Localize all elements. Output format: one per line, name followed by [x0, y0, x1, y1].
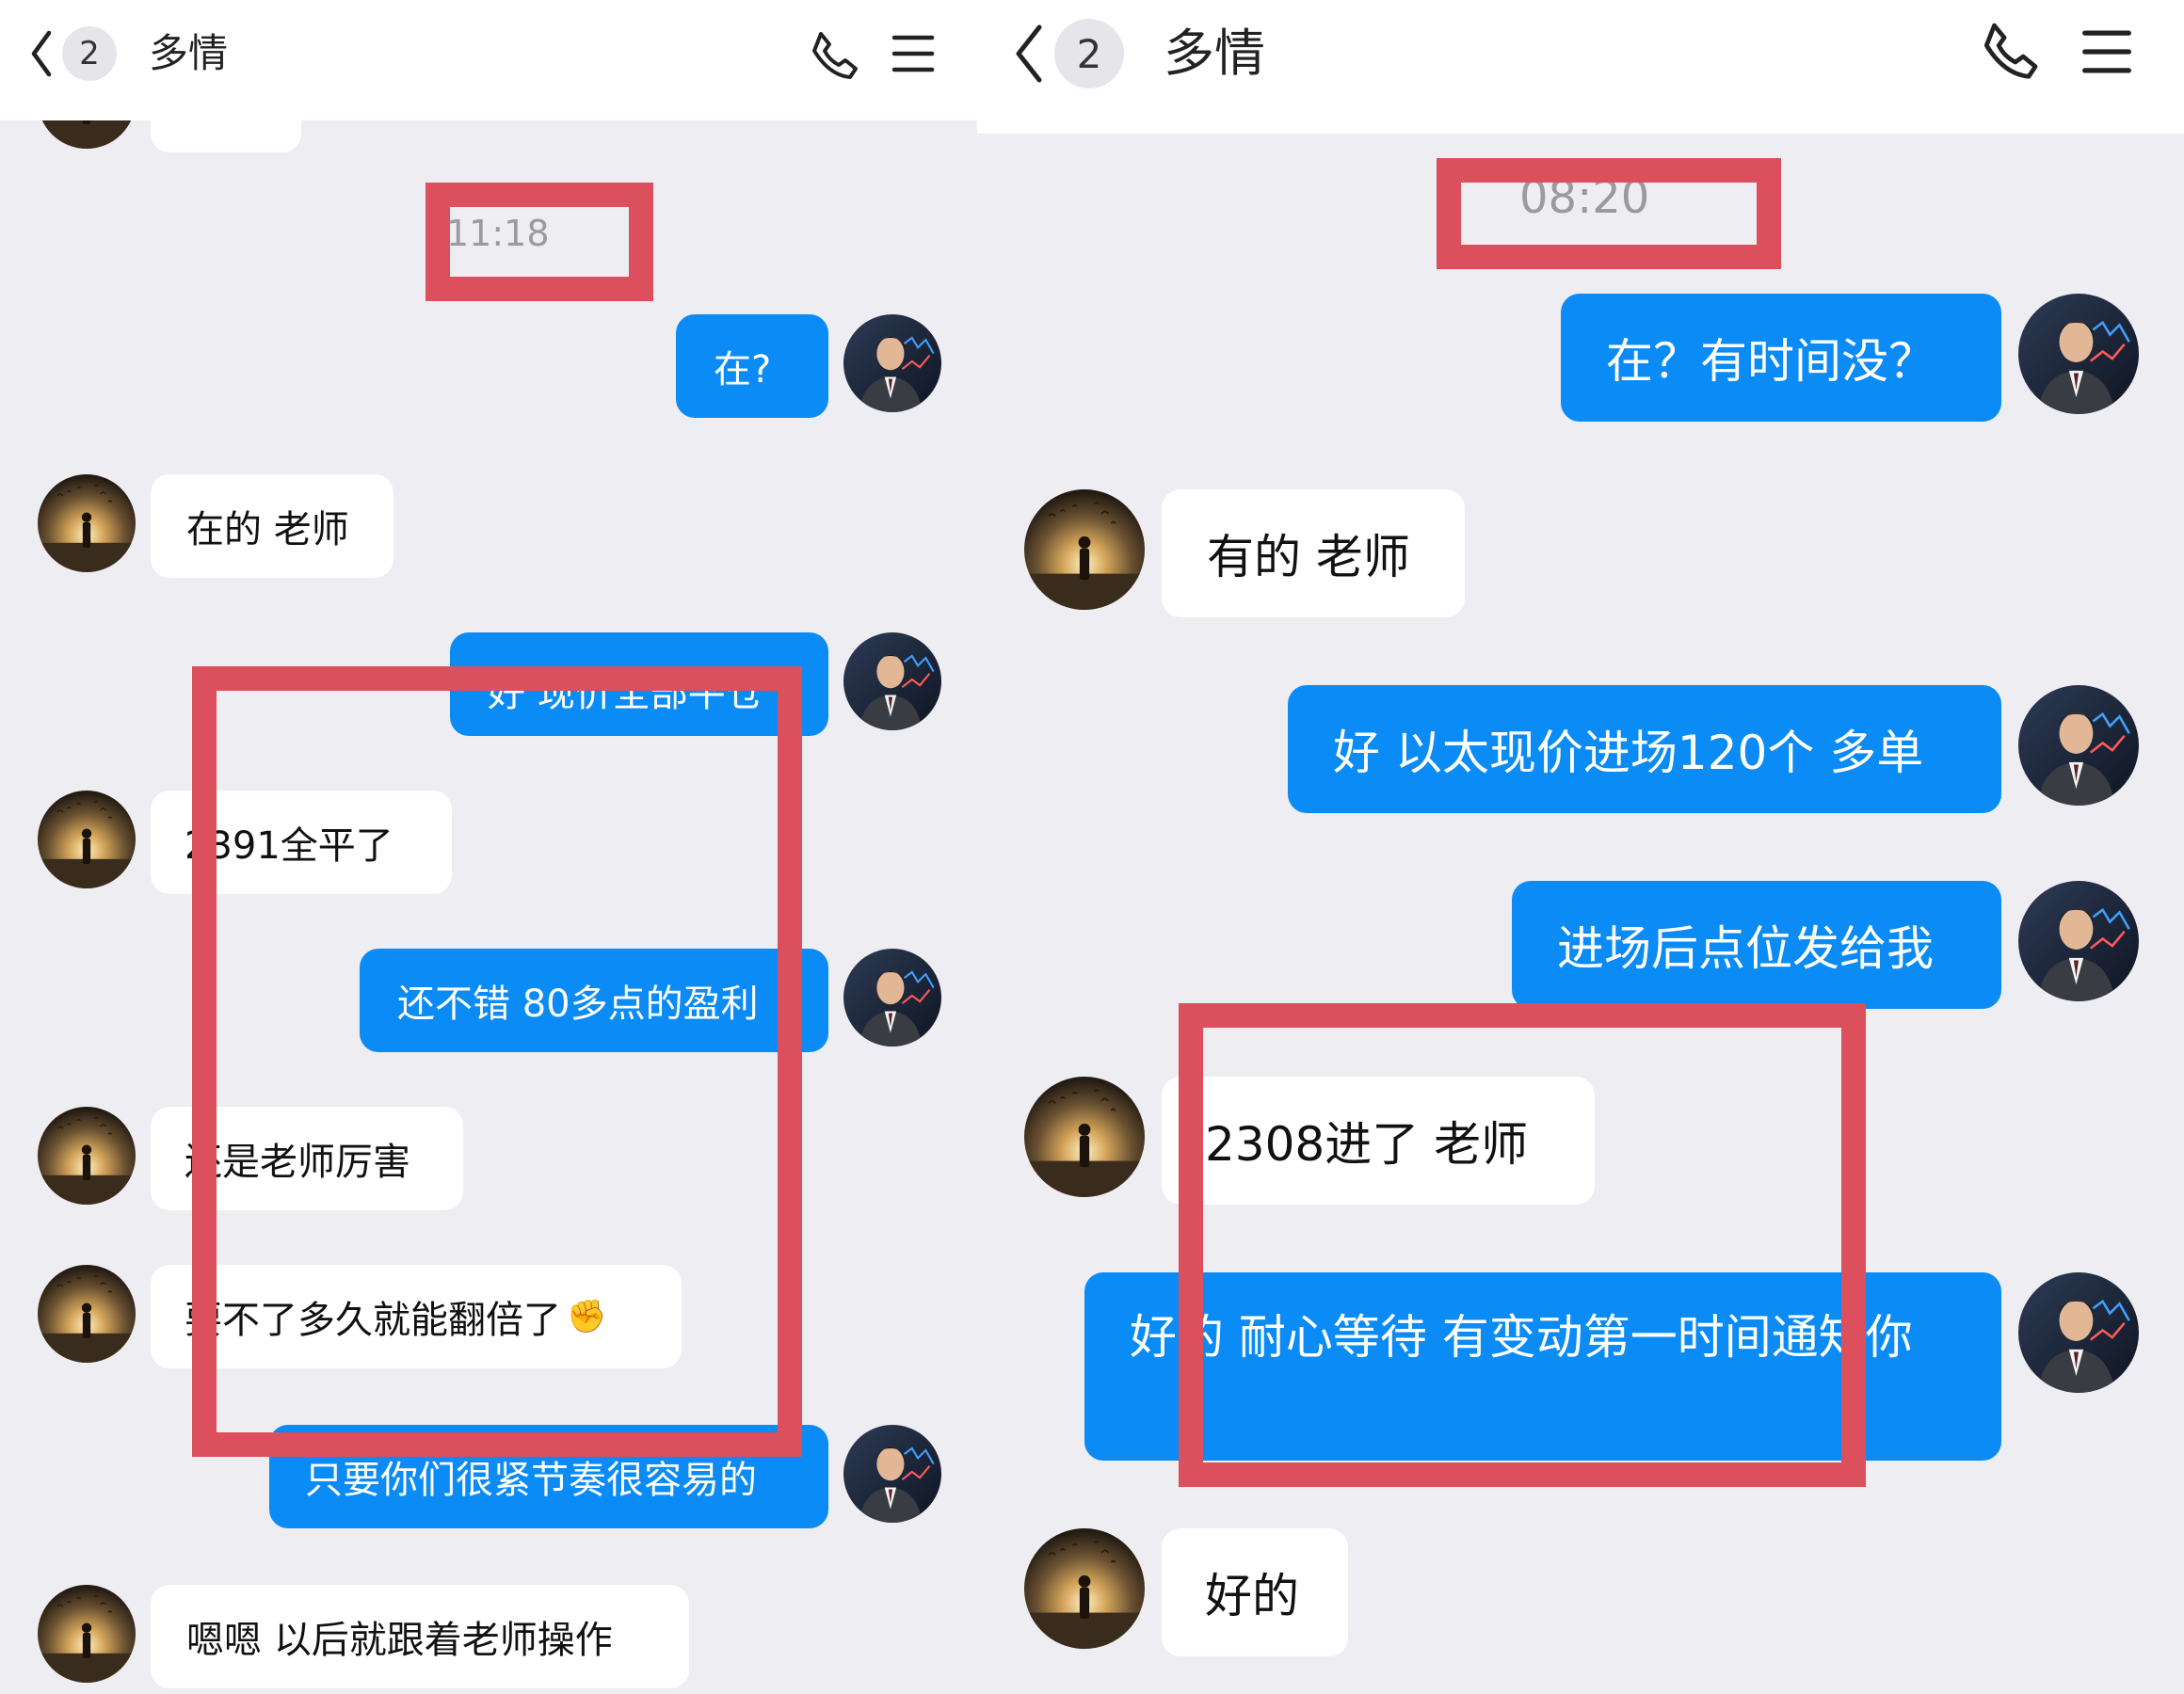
avatar-teacher	[843, 1425, 941, 1523]
timestamp: 11:18	[446, 213, 550, 254]
avatar-user	[38, 791, 136, 888]
avatar-user	[38, 1585, 136, 1683]
avatar-user	[38, 1265, 136, 1363]
avatar-user	[38, 1107, 136, 1205]
message-bubble-out[interactable]: 还不错 80多点的盈利	[360, 949, 828, 1052]
phone-icon[interactable]	[808, 28, 860, 81]
back-chevron-icon	[31, 30, 52, 77]
message-bubble-in[interactable]: 嗯嗯 以后就跟着老师操作	[151, 1585, 689, 1688]
avatar-teacher	[2018, 1272, 2139, 1393]
avatar-teacher	[843, 314, 941, 412]
message-bubble-out[interactable]: 好 以太现价进场120个 多单	[1288, 685, 2001, 813]
back-chevron-icon	[1016, 24, 1042, 83]
message-bubble-in[interactable]: 在的 老师	[151, 474, 393, 578]
message-bubble-out[interactable]: 好 现价全部平仓	[450, 632, 828, 736]
message-bubble-out[interactable]: 在？有时间没？	[1561, 294, 2001, 422]
avatar-teacher	[2018, 294, 2139, 414]
message-bubble-in[interactable]: 好的	[1162, 1528, 1348, 1656]
message-bubble-out[interactable]: 在?	[676, 314, 828, 418]
message-bubble-in[interactable]: 有的 老师	[1162, 489, 1465, 617]
phone-icon[interactable]	[1979, 19, 2041, 81]
back-button[interactable]: 2	[1013, 19, 1124, 88]
message-bubble-out[interactable]: 只要你们很紧节奏很容易的	[269, 1425, 828, 1528]
message-text: 要不了多久就能翻倍了	[185, 1299, 561, 1342]
chat-header: 2 多情	[0, 0, 977, 120]
chat-screen-left: 2 多情 11:18 在? 在的 老师 好 现价全部平仓 2391全平了 还不错…	[0, 0, 977, 1694]
avatar-user	[1024, 1077, 1145, 1197]
back-button[interactable]: 2	[28, 26, 117, 81]
unread-badge: 2	[62, 26, 117, 81]
message-bubble-out[interactable]: 好的 耐心等待 有变动第一时间通知你	[1084, 1272, 2001, 1461]
message-bubble-in[interactable]: 2308进了 老师	[1162, 1077, 1595, 1205]
avatar-teacher	[2018, 881, 2139, 1001]
avatar-teacher	[2018, 685, 2139, 806]
fist-emoji: ✊	[567, 1298, 607, 1335]
menu-icon[interactable]	[2080, 26, 2133, 77]
message-bubble-in[interactable]: 还是老师厉害	[151, 1107, 463, 1210]
unread-badge: 2	[1054, 19, 1124, 88]
menu-icon[interactable]	[891, 32, 936, 75]
timestamp: 08:20	[1519, 171, 1650, 224]
avatar-user	[1024, 489, 1145, 610]
chat-title: 多情	[1164, 24, 1265, 83]
message-bubble-in[interactable]: 要不了多久就能翻倍了 ✊	[151, 1265, 682, 1368]
message-bubble-out[interactable]: 进场后点位发给我	[1512, 881, 2001, 1009]
avatar-teacher	[843, 949, 941, 1047]
chat-screen-right: 2 多情 08:20 在？有时间没？ 有的 老师 好 以太现价进场120个 多单…	[977, 0, 2184, 1694]
avatar-user	[1024, 1528, 1145, 1649]
avatar-teacher	[843, 632, 941, 730]
chat-title: 多情	[149, 30, 229, 76]
message-bubble-in[interactable]: 2391全平了	[151, 791, 452, 894]
avatar-user	[38, 474, 136, 572]
chat-header: 2 多情	[977, 0, 2184, 134]
